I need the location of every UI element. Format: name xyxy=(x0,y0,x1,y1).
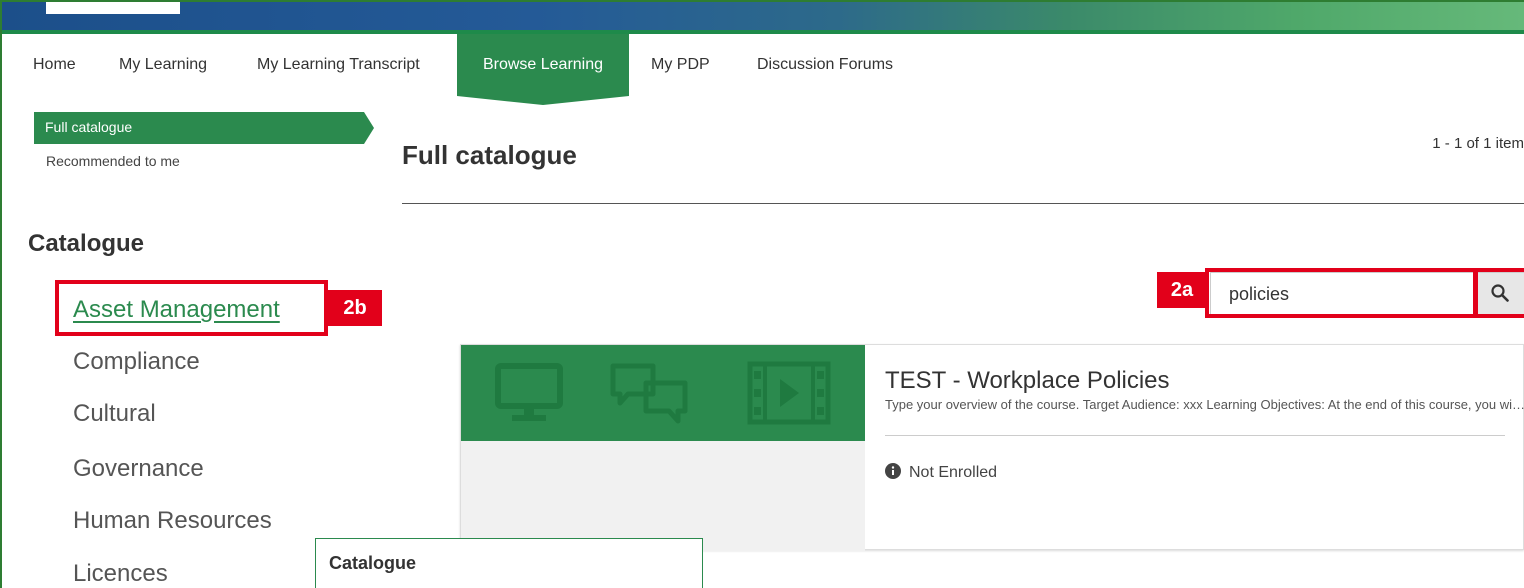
screenshot-frame xyxy=(0,0,1524,588)
